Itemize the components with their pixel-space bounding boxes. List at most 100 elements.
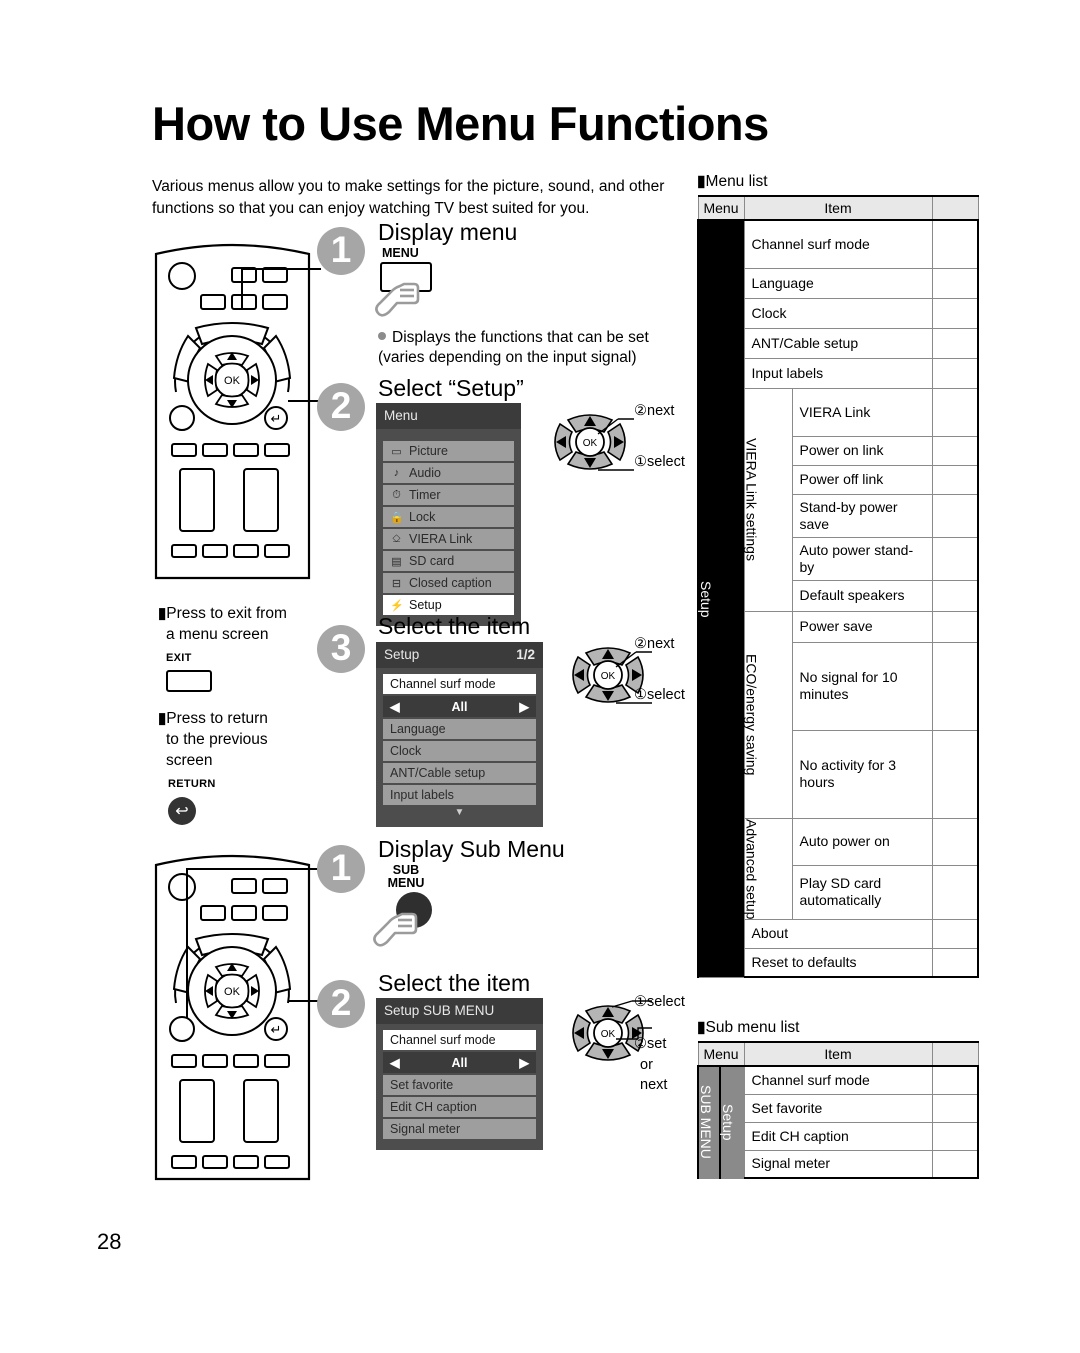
left-arrow-icon[interactable]: ◀	[390, 1055, 400, 1070]
row-extra	[931, 267, 980, 299]
return-note-line3: screen	[166, 752, 213, 769]
row-extra	[931, 1065, 979, 1095]
picture-icon: ▭	[391, 445, 402, 458]
header-extra	[931, 1041, 979, 1067]
osd-setup-item-language[interactable]: Language	[383, 719, 536, 739]
osd-menu-item-setup[interactable]: ⚡ Setup	[383, 595, 514, 615]
row-item-clock: Clock	[743, 297, 933, 329]
osd-menu-item-viera-link[interactable]: ⎐ VIERA Link	[383, 529, 514, 549]
osd-setup-value-stepper[interactable]: ◀ All ▶	[383, 696, 536, 717]
menu-list-table-block: ▮Menu list Menu Item Setup Channel surf …	[697, 172, 980, 979]
row-item-edit-ch-caption: Edit CH caption	[743, 1121, 933, 1151]
manual-page: How to Use Menu Functions Various menus …	[0, 0, 1080, 1353]
osd-setup-item-label: ANT/Cable setup	[390, 766, 486, 780]
menu-list-table: Menu Item Setup Channel surf mode Langua…	[697, 195, 980, 979]
step-number: 3	[330, 626, 352, 668]
osd-submenu-item-set-favorite[interactable]: Set favorite	[383, 1075, 536, 1095]
row-extra	[931, 1121, 979, 1151]
osd-submenu-value-stepper[interactable]: ◀ All ▶	[383, 1052, 536, 1073]
row-item-language: Language	[743, 267, 933, 299]
row-item-about: About	[743, 918, 933, 949]
sub-menu-list-caption: ▮Sub menu list	[697, 1018, 979, 1037]
return-key: ↩	[168, 797, 196, 825]
pad-label-select-2: ①select	[634, 454, 685, 470]
row-extra	[931, 817, 980, 867]
pad-label-next-5: next	[640, 1077, 668, 1093]
osd-menu-item-lock[interactable]: 🔒 Lock	[383, 507, 514, 527]
svg-text:OK: OK	[224, 986, 241, 998]
osd-setup-item-input-labels[interactable]: Input labels	[383, 785, 536, 805]
return-note: ▮Press to return to the previous screen …	[158, 708, 333, 825]
row-extra	[931, 947, 980, 979]
row-extra	[931, 729, 980, 819]
osd-menu-item-label: SD card	[409, 554, 455, 568]
osd-submenu-selected-label: Channel surf mode	[390, 1033, 496, 1047]
connector-line	[241, 268, 321, 270]
table-header-row: Menu Item	[697, 1041, 979, 1067]
left-arrow-icon[interactable]: ◀	[390, 699, 400, 714]
osd-submenu-title: Setup SUB MENU	[376, 998, 543, 1024]
group-eco-energy-saving-label: ECO/energy saving	[743, 653, 760, 776]
row-extra	[931, 610, 980, 643]
return-note-line1: Press to return	[166, 710, 268, 727]
pad-label-next-3: ②next	[634, 636, 675, 652]
right-arrow-icon[interactable]: ▶	[519, 699, 529, 714]
return-note-line2: to the previous	[166, 731, 268, 748]
osd-setup-item-ant-cable-setup[interactable]: ANT/Cable setup	[383, 763, 536, 783]
intro-text: Various menus allow you to make settings…	[152, 178, 665, 217]
svg-text:↵: ↵	[271, 1022, 282, 1037]
menu-key-illustration: MENU	[375, 247, 498, 318]
menu-list-caption: ▮Menu list	[697, 172, 979, 191]
pad-label-select-3: ①select	[634, 687, 685, 703]
connector-line	[241, 268, 243, 308]
osd-submenu-item-signal-meter[interactable]: Signal meter	[383, 1119, 536, 1139]
right-arrow-icon[interactable]: ▶	[519, 1055, 529, 1070]
osd-submenu-item-edit-ch-caption[interactable]: Edit CH caption	[383, 1097, 536, 1117]
osd-menu-item-audio[interactable]: ♪ Audio	[383, 463, 514, 483]
caption-marker: ▮	[697, 1019, 706, 1036]
step-heading-5: Select the item	[378, 970, 531, 996]
row-item-power-on-link: Power on link	[791, 435, 933, 466]
row-extra	[931, 641, 980, 731]
row-item-stand-by-power-save: Stand-by power save	[791, 493, 933, 538]
row-item-input-labels: Input labels	[743, 357, 933, 389]
osd-setup-selected-item[interactable]: Channel surf mode	[383, 674, 536, 694]
connector-line	[186, 868, 321, 870]
osd-setup-item-clock[interactable]: Clock	[383, 741, 536, 761]
row-item-ant-cable-setup: ANT/Cable setup	[743, 327, 933, 359]
osd-setup-item-label: Input labels	[390, 788, 454, 802]
lock-icon: 🔒	[390, 511, 404, 524]
header-menu: Menu	[697, 195, 745, 221]
row-item-viera-link: VIERA Link	[791, 387, 933, 437]
menu-column-sub-menu: SUB MENU	[697, 1065, 721, 1179]
osd-submenu-selected-item[interactable]: Channel surf mode	[383, 1030, 536, 1050]
step-heading-4: Display Sub Menu	[378, 836, 565, 862]
step-number: 2	[330, 981, 352, 1023]
exit-key	[166, 670, 212, 692]
osd-menu-item-closed-caption[interactable]: ⊟ Closed caption	[383, 573, 514, 593]
osd-submenu-value: All	[451, 1055, 468, 1070]
header-menu: Menu	[697, 1041, 745, 1067]
osd-setup-scroll-down-icon[interactable]: ▼	[383, 807, 536, 818]
osd-menu-item-label: Picture	[409, 444, 448, 458]
row-extra	[931, 297, 980, 329]
osd-menu-item-timer[interactable]: ⏱ Timer	[383, 485, 514, 505]
row-item-power-off-link: Power off link	[791, 464, 933, 495]
row-item-play-sd-card-automatically: Play SD card automatically	[791, 865, 933, 920]
step1-note: Displays the functions that can be set (…	[378, 328, 688, 368]
row-extra	[931, 1149, 979, 1179]
group-advanced-setup: Advanced setup	[743, 817, 793, 920]
connector-line	[186, 868, 188, 1018]
exit-key-label: EXIT	[166, 652, 192, 664]
row-item-no-signal-for-10-minutes: No signal for 10 minutes	[791, 641, 933, 731]
page-title: How to Use Menu Functions	[152, 97, 769, 150]
osd-menu-items: ▭ Picture ♪ Audio ⏱ Timer 🔒 Lock ⎐ VIERA…	[376, 429, 521, 626]
osd-menu-item-label: Closed caption	[409, 576, 492, 590]
osd-menu-item-sd-card[interactable]: ▤ SD card	[383, 551, 514, 571]
bullet-icon	[378, 332, 386, 340]
sub-menu-list-table-block: ▮Sub menu list Menu Item SUB MENU Setup …	[697, 1018, 979, 1179]
group-viera-link-settings-label: VIERA Link settings	[743, 438, 760, 561]
group-viera-link-settings: VIERA Link settings	[743, 387, 793, 612]
osd-menu-item-picture[interactable]: ▭ Picture	[383, 441, 514, 461]
row-item-set-favorite: Set favorite	[743, 1093, 933, 1123]
